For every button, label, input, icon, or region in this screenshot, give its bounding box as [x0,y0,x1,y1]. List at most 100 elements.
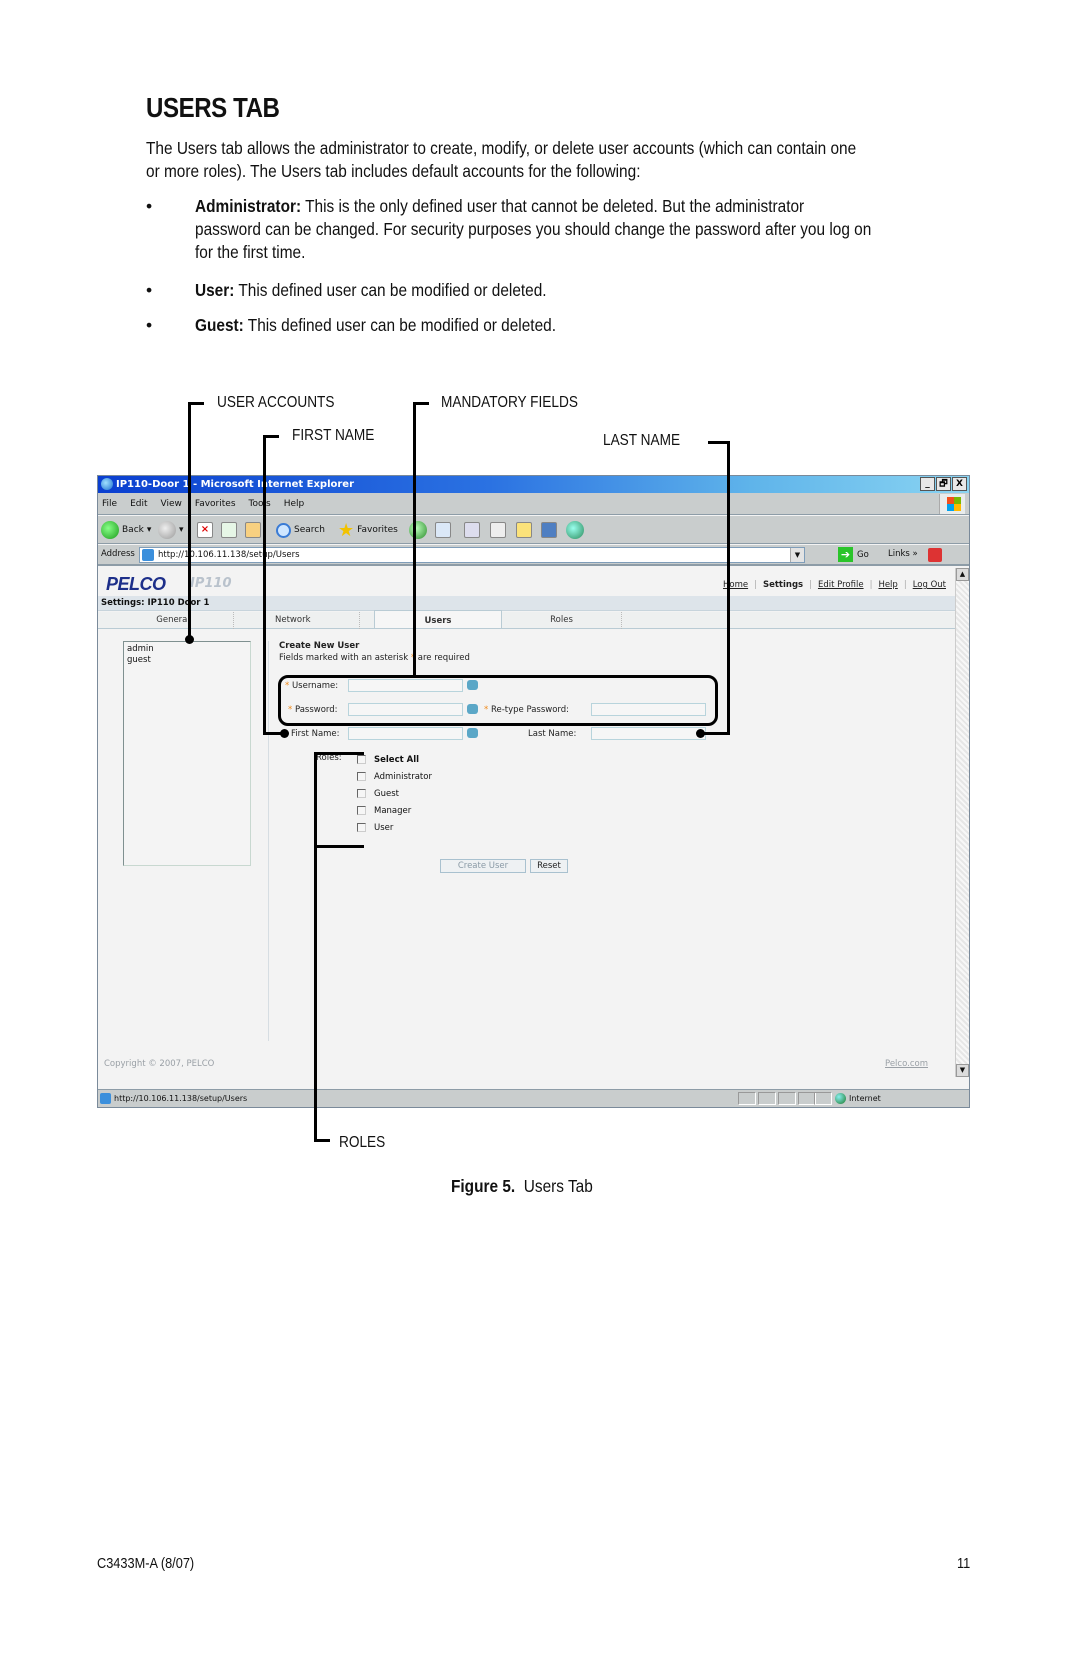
chevron-down-icon[interactable]: ▼ [790,548,804,562]
ie-icon [101,478,113,490]
bullet-text: This defined user can be modified or del… [243,315,556,335]
menu-view[interactable]: View [161,499,182,509]
nav-log-out[interactable]: Log Out [913,580,946,590]
go-arrow-icon: ➔ [838,547,853,562]
bullet-text-cont: password can be changed. For security pu… [195,219,872,239]
search-label: Search [294,525,325,535]
callout-line [314,752,317,1142]
first-name-input[interactable] [348,727,463,740]
back-button[interactable]: Back ▾ [101,521,151,539]
scroll-down-icon[interactable]: ▼ [956,1064,969,1077]
callout-dot [280,729,289,738]
nav-settings[interactable]: Settings [763,580,803,590]
help-bubble-icon[interactable] [467,728,478,738]
history-icon[interactable] [409,521,427,539]
callout-line [314,845,364,848]
nav-help[interactable]: Help [878,580,897,590]
figure-caption: Figure 5. Users Tab [451,1176,593,1196]
callout-line [727,441,730,735]
restore-button[interactable]: 🗗 [936,477,951,491]
footer-doc-id: C3433M-A (8/07) [97,1556,195,1572]
refresh-icon[interactable] [221,522,237,538]
intro-line-1: The Users tab allows the administrator t… [146,138,857,158]
bullet-text: This defined user can be modified or del… [234,280,547,300]
tab-users[interactable]: Users [374,610,502,628]
globe-icon [835,1093,846,1104]
bullet-text-cont: for the first time. [195,242,306,262]
settings-tabs: General Network Users Roles [98,610,956,629]
last-name-label: Last Name: [528,729,577,739]
print-icon[interactable] [464,522,480,538]
mandatory-fields-bracket [278,675,718,726]
select-all-checkbox[interactable] [357,755,366,764]
title-bar: IP110-Door 1 - Microsoft Internet Explor… [98,476,969,493]
last-name-input[interactable] [591,727,706,740]
menu-file[interactable]: File [102,499,117,509]
tab-general[interactable]: General [113,612,234,629]
create-user-button[interactable]: Create User [440,859,526,873]
first-name-label: First Name: [291,729,340,739]
pdf-icon[interactable] [928,548,942,562]
list-item[interactable]: admin [127,644,247,655]
research-icon[interactable] [541,522,557,538]
minimize-button[interactable]: _ [920,477,935,491]
callout-line [314,752,364,755]
status-bar: http://10.106.11.138/setup/Users Interne… [98,1089,969,1107]
bullet-glyph: • [146,196,153,216]
settings-title: Settings: IP110 Door 1 [98,596,956,611]
nav-edit-profile[interactable]: Edit Profile [818,580,864,590]
callout-first-name: FIRST NAME [292,427,375,444]
top-nav: Home | Settings | Edit Profile | Help | … [722,580,946,590]
back-arrow-icon [101,521,119,539]
close-button[interactable]: X [952,477,967,491]
list-item[interactable]: guest [127,655,247,666]
callout-line [190,402,204,405]
bullet-text: This is the only defined user that canno… [301,196,805,216]
mail-icon[interactable] [435,522,451,538]
address-input[interactable]: http://10.106.11.138/setup/Users ▼ [139,547,805,563]
role-administrator-checkbox[interactable] [357,772,366,781]
callout-line [188,402,191,640]
forward-button[interactable]: ▾ [158,521,184,539]
role-administrator-label: Administrator [374,772,432,782]
role-manager-checkbox[interactable] [357,806,366,815]
user-accounts-list[interactable]: admin guest [123,641,251,866]
required-note: Fields marked with an asterisk * are req… [279,653,470,663]
role-guest-checkbox[interactable] [357,789,366,798]
menu-favorites[interactable]: Favorites [195,499,236,509]
address-value: http://10.106.11.138/setup/Users [158,550,300,560]
tab-network[interactable]: Network [270,612,360,629]
callout-dot [696,729,705,738]
bullet-term: Guest: [195,315,244,335]
menu-tools[interactable]: Tools [249,499,271,509]
go-button[interactable]: ➔ Go [838,547,869,562]
home-icon[interactable] [245,522,261,538]
scroll-up-icon[interactable]: ▲ [956,568,969,581]
role-user-label: User [374,823,394,833]
messenger-icon[interactable] [566,521,584,539]
callout-mandatory-fields: MANDATORY FIELDS [441,394,578,411]
menu-bar: File Edit View Favorites Tools Help [98,493,969,515]
role-user-checkbox[interactable] [357,823,366,832]
tab-roles[interactable]: Roles [502,612,622,629]
reset-button[interactable]: Reset [530,859,568,873]
menu-help[interactable]: Help [284,499,305,509]
search-button[interactable]: Search [276,521,325,539]
form-title: Create New User [279,641,360,651]
callout-roles: ROLES [339,1134,386,1151]
links-button[interactable]: Links » [888,549,918,559]
security-zone: Internet [835,1090,881,1107]
discuss-icon[interactable] [516,522,532,538]
menu-edit[interactable]: Edit [130,499,147,509]
select-all-label: Select All [374,755,420,765]
window-title: IP110-Door 1 - Microsoft Internet Explor… [116,479,355,490]
vertical-scrollbar[interactable]: ▲ ▼ [955,568,969,1077]
favorites-label: Favorites [357,525,398,535]
callout-line [413,402,416,677]
intro-line-2: or more roles). The Users tab includes d… [146,161,641,181]
pelco-link[interactable]: Pelco.com [885,1059,928,1069]
bullet-term: User: [195,280,235,300]
favorites-button[interactable]: ★ Favorites [338,520,398,541]
stop-icon[interactable]: × [197,522,213,538]
edit-icon[interactable] [490,522,506,538]
